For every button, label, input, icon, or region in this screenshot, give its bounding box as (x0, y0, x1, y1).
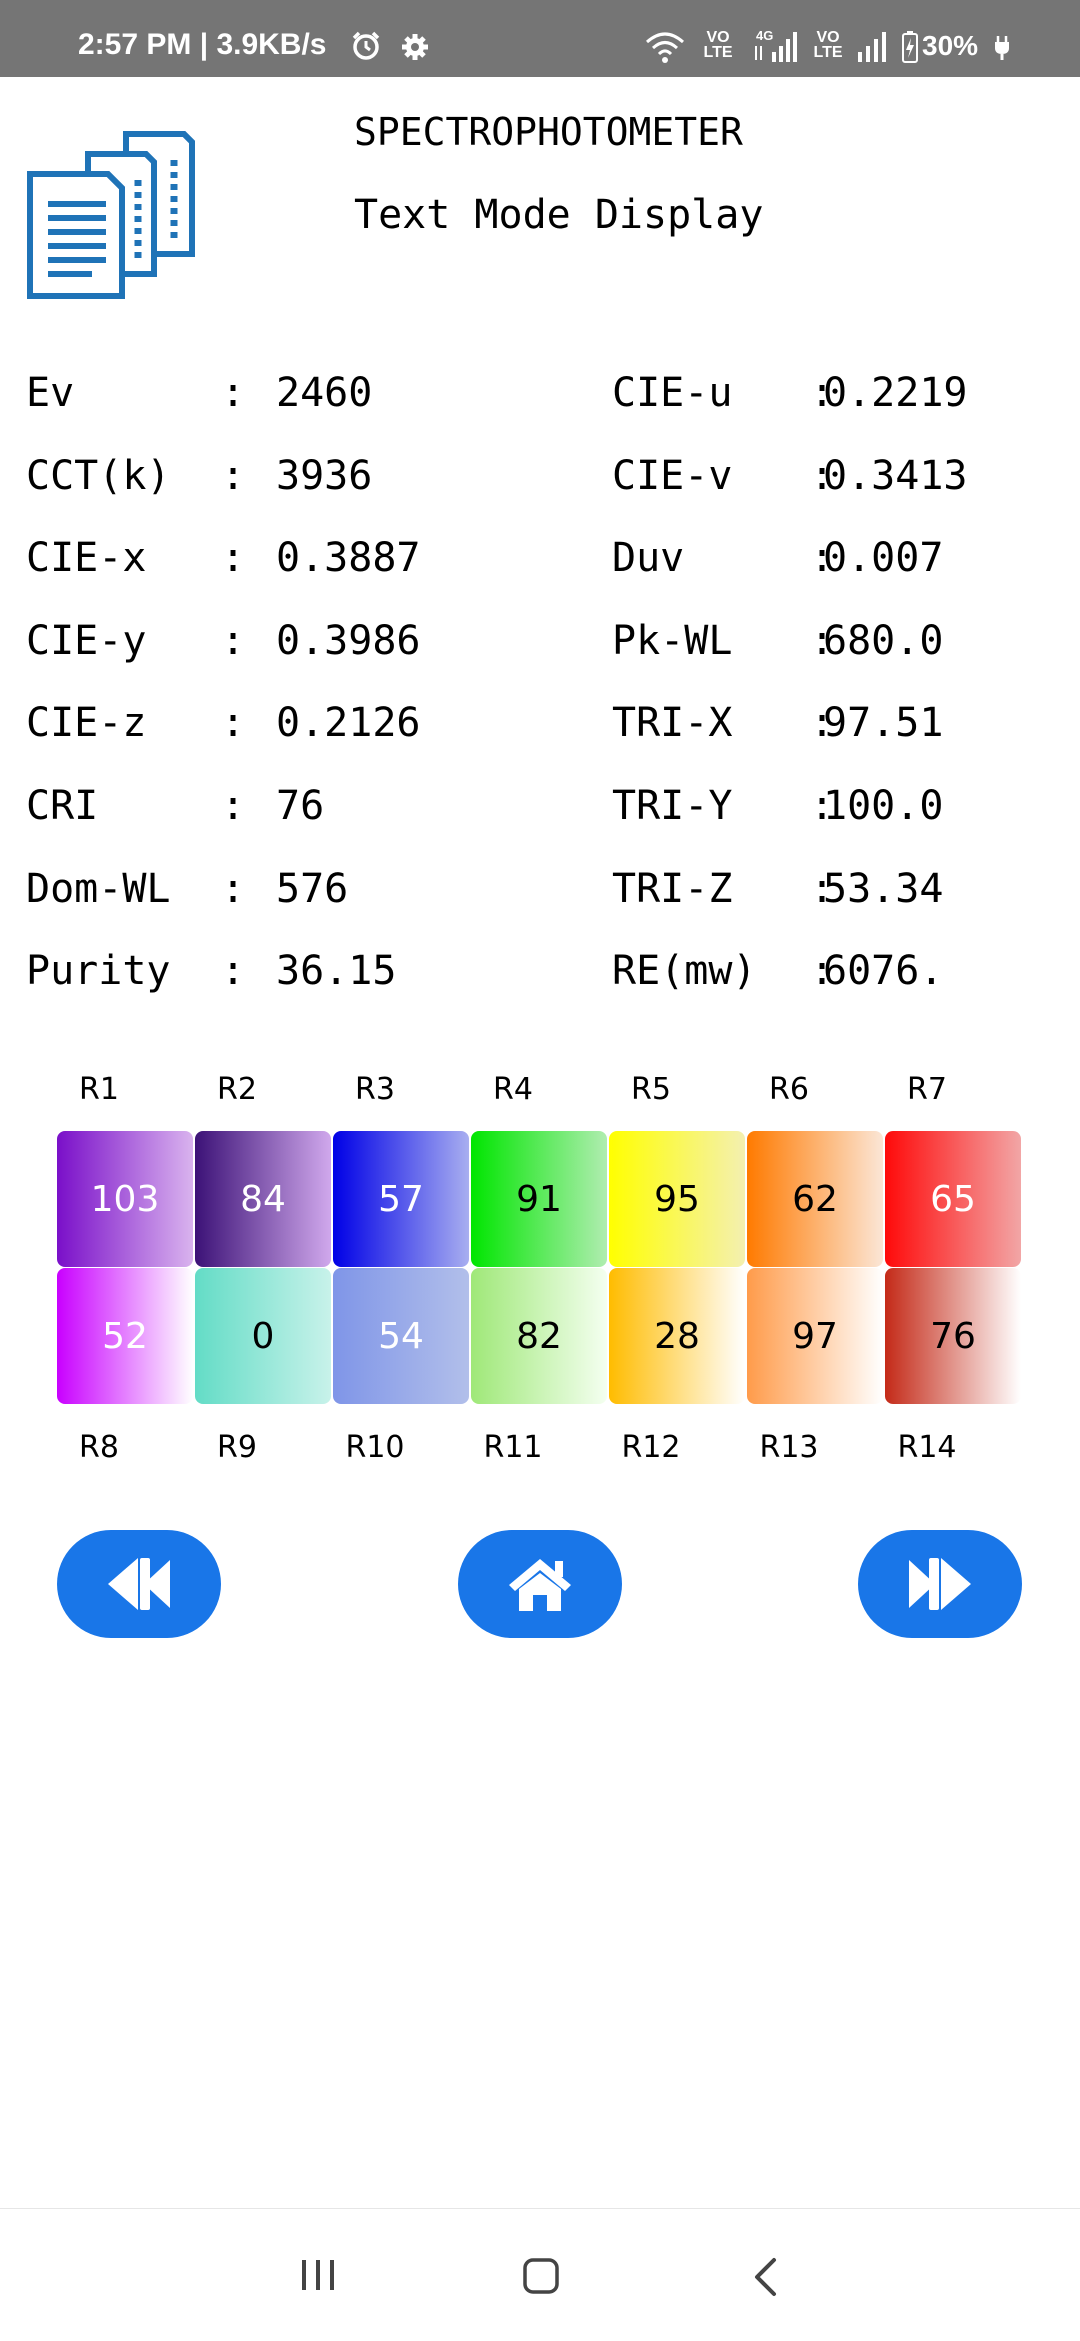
home-nav-icon[interactable] (522, 2257, 560, 2295)
metric-separator: : (221, 783, 246, 829)
fast-forward-icon (909, 1558, 971, 1610)
metric-value: 100.0 (823, 783, 944, 829)
cri-label: R9 (217, 1430, 257, 1465)
metric-value: 2460 (276, 370, 373, 416)
cri-value-cell: 84 (195, 1131, 331, 1267)
metric-value: 3936 (276, 453, 373, 499)
metric-separator: : (221, 700, 246, 746)
cri-value-cell: 62 (747, 1131, 883, 1267)
back-icon[interactable] (748, 2257, 782, 2297)
cri-label: R2 (217, 1072, 257, 1107)
cri-value-cell: 103 (57, 1131, 193, 1267)
cri-value-cell: 95 (609, 1131, 745, 1267)
metric-label: CIE-u (612, 370, 733, 416)
metric-label: CCT(k) (26, 453, 171, 499)
system-navigation-bar (0, 2208, 1080, 2341)
page-title: SPECTROPHOTOMETER (354, 110, 743, 154)
metric-label: Dom-WL (26, 866, 171, 912)
metric-value: 0.3986 (276, 618, 421, 664)
cri-label: R6 (769, 1072, 809, 1107)
cri-label: R12 (621, 1430, 681, 1465)
cri-label: R1 (79, 1072, 119, 1107)
metric-label: TRI-Y (612, 783, 733, 829)
cri-value-cell: 52 (57, 1268, 193, 1404)
metric-label: Duv (612, 535, 685, 581)
charging-plug-icon (995, 36, 1009, 60)
cri-value-cell: 0 (195, 1268, 331, 1404)
cri-value-cell: 65 (885, 1131, 1021, 1267)
metric-label: RE(mw) (612, 948, 757, 994)
metric-label: CIE-x (26, 535, 147, 581)
metric-value: 97.51 (823, 700, 944, 746)
cri-label: R7 (907, 1072, 947, 1107)
cri-label: R13 (759, 1430, 819, 1465)
cri-value-cell: 54 (333, 1268, 469, 1404)
network-type-label: 4G (756, 28, 774, 43)
status-bar: 2:57 PM | 3.9KB/s VO LTE 4G VO LTE 30% (0, 0, 1080, 77)
recent-apps-icon[interactable] (298, 2257, 338, 2293)
metric-value: 0.2219 (823, 370, 968, 416)
alarm-icon (352, 31, 380, 60)
metric-value: 76 (276, 783, 325, 829)
cri-label: R14 (897, 1430, 957, 1465)
cri-label: R11 (483, 1430, 543, 1465)
metric-separator: : (221, 948, 246, 994)
metric-value: 53.34 (823, 866, 944, 912)
cri-label: R4 (493, 1072, 533, 1107)
metric-label: TRI-X (612, 700, 733, 746)
page-subtitle: Text Mode Display (354, 192, 764, 238)
battery-icon (902, 31, 918, 63)
cri-label: R8 (79, 1430, 119, 1465)
metric-label: CIE-y (26, 618, 147, 664)
home-icon (509, 1559, 571, 1611)
metric-value: 0.2126 (276, 700, 421, 746)
cri-value-cell: 57 (333, 1131, 469, 1267)
metric-value: 6076. (823, 948, 944, 994)
metric-value: 0.007 (823, 535, 944, 581)
metric-separator: : (221, 535, 246, 581)
wifi-icon (646, 32, 684, 63)
metric-label: Ev (26, 370, 75, 416)
status-time: 2:57 PM | 3.9KB/s (78, 28, 327, 61)
documents-logo-icon (27, 131, 195, 299)
cri-value-cell: 76 (885, 1268, 1021, 1404)
metric-separator: : (221, 453, 246, 499)
cri-value-cell: 28 (609, 1268, 745, 1404)
cri-label: R3 (355, 1072, 395, 1107)
metric-label: TRI-Z (612, 866, 733, 912)
metric-separator: : (221, 618, 246, 664)
metric-label: CIE-v (612, 453, 733, 499)
cri-value-cell: 97 (747, 1268, 883, 1404)
battery-percentage: 30% (922, 30, 979, 61)
settings-gear-icon (402, 34, 428, 60)
metric-value: 0.3887 (276, 535, 421, 581)
metric-value: 36.15 (276, 948, 397, 994)
rewind-icon (108, 1558, 170, 1610)
metric-value: 576 (276, 866, 349, 912)
previous-button[interactable] (57, 1530, 221, 1638)
metric-separator: : (221, 370, 246, 416)
cri-label: R5 (631, 1072, 671, 1107)
volte-icon-2: VO LTE (813, 29, 843, 61)
cri-value-cell: 91 (471, 1131, 607, 1267)
signal-4g-icon: 4G (752, 26, 800, 70)
signal-icon (858, 32, 886, 62)
metric-label: CRI (26, 783, 99, 829)
metric-separator: : (221, 866, 246, 912)
metric-value: 0.3413 (823, 453, 968, 499)
metric-label: CIE-z (26, 700, 147, 746)
volte-icon: VO LTE (703, 29, 733, 61)
cri-label: R10 (345, 1430, 405, 1465)
metric-value: 680.0 (823, 618, 944, 664)
metric-label: Pk-WL (612, 618, 733, 664)
cri-value-cell: 82 (471, 1268, 607, 1404)
next-button[interactable] (858, 1530, 1022, 1638)
metric-label: Purity (26, 948, 171, 994)
home-button[interactable] (458, 1530, 622, 1638)
